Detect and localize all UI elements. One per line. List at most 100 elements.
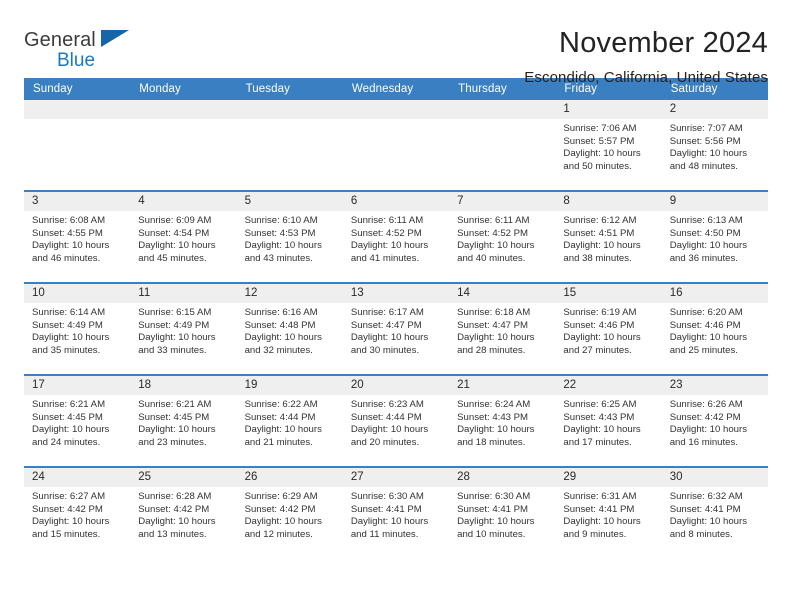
daylight-text: Daylight: 10 hours [244,424,322,436]
daylight-text: Daylight: 10 hours [32,332,110,344]
calendar-day-cell[interactable]: 20 Sunrise: 6:23 AM Sunset: 4:44 PM Dayligh… [342,374,450,467]
daylight-text: Daylight: 10 hours [350,240,429,252]
daylight-text: Daylight: 10 hours [457,240,535,252]
calendar-day-cell[interactable]: 15 Sunrise: 6:19 AM Sunset: 4:46 PM Dayligh… [555,282,662,375]
calendar-day-cell[interactable]: 29 Sunrise: 6:31 AM Sunset: 4:41 PM Dayligh… [555,466,662,558]
daylight-text-cont: and 36 minutes. [669,252,738,264]
sunrise-text: Sunrise: 6:13 AM [669,215,743,226]
daylight-text: Daylight: 10 hours [138,332,216,344]
sunrise-text: Sunrise: 6:29 AM [244,491,318,502]
calendar-day-cell[interactable]: 11 Sunrise: 6:15 AM Sunset: 4:49 PM Dayligh… [130,282,237,375]
calendar-day-cell[interactable]: 24 Sunrise: 6:27 AM Sunset: 4:42 PM Dayligh… [24,466,131,558]
sunset-text: Sunset: 4:53 PM [244,227,316,239]
calendar-day-cell[interactable]: 2 Sunrise: 7:07 AM Sunset: 5:56 PM Daylight… [661,100,768,191]
calendar-day-cell[interactable]: 9 Sunrise: 6:13 AM Sunset: 4:50 PM Daylight… [661,190,768,283]
calendar-day-cell[interactable]: 22 Sunrise: 6:25 AM Sunset: 4:43 PM Dayligh… [555,374,662,467]
sunrise-text: Sunrise: 6:09 AM [138,215,212,226]
calendar-day-cell[interactable]: 19 Sunrise: 6:22 AM Sunset: 4:44 PM Dayligh… [236,374,343,467]
day-cell-details: Sunrise: 6:10 AM Sunset: 4:53 PM Daylight:… [237,211,343,265]
daylight-text-cont: and 32 minutes. [244,344,313,356]
calendar-day-cell[interactable]: 14 Sunrise: 6:18 AM Sunset: 4:47 PM Dayligh… [449,282,556,375]
page-subtitle-location: Escondido, California, United States [524,69,768,86]
calendar-day-cell[interactable]: 8 Sunrise: 6:12 AM Sunset: 4:51 PM Daylight… [555,190,662,283]
calendar-day-cell[interactable]: 18 Sunrise: 6:21 AM Sunset: 4:45 PM Dayligh… [130,374,237,467]
calendar-day-cell[interactable]: 4 Sunrise: 6:09 AM Sunset: 4:54 PM Daylight… [130,190,237,283]
day-cell-inner: 29 Sunrise: 6:31 AM Sunset: 4:41 PM Dayligh… [555,468,662,558]
day-cell-inner: 11 Sunrise: 6:15 AM Sunset: 4:49 PM Dayligh… [130,284,237,374]
sunrise-text: Sunrise: 6:16 AM [244,307,318,318]
day-number: 6 [342,192,450,211]
daylight-text-cont: and 40 minutes. [457,252,526,264]
calendar-day-cell[interactable]: 28 Sunrise: 6:30 AM Sunset: 4:41 PM Dayligh… [449,466,556,558]
calendar-day-cell[interactable]: 3 Sunrise: 6:08 AM Sunset: 4:55 PM Daylight… [24,190,131,283]
sunrise-text: Sunrise: 6:25 AM [563,399,637,410]
day-cell-inner: 8 Sunrise: 6:12 AM Sunset: 4:51 PM Daylight… [555,192,662,282]
calendar-day-cell[interactable]: 12 Sunrise: 6:16 AM Sunset: 4:48 PM Dayligh… [236,282,343,375]
day-cell-details: Sunrise: 6:12 AM Sunset: 4:51 PM Daylight:… [555,211,661,265]
day-cell-inner: 1 Sunrise: 7:06 AM Sunset: 5:57 PM Daylight… [555,100,662,190]
daylight-text-cont: and 18 minutes. [457,436,526,448]
day-number: 20 [342,376,450,395]
sunset-text: Sunset: 4:55 PM [32,227,103,239]
calendar-day-cell[interactable]: 26 Sunrise: 6:29 AM Sunset: 4:42 PM Dayligh… [236,466,343,558]
calendar-day-cell[interactable]: 10 Sunrise: 6:14 AM Sunset: 4:49 PM Dayligh… [24,282,131,375]
sunrise-text: Sunrise: 6:21 AM [138,399,212,410]
general-blue-logo[interactable]: General Blue [24,26,154,70]
day-number [449,100,556,119]
day-cell-inner: 2 Sunrise: 7:07 AM Sunset: 5:56 PM Daylight… [661,100,768,190]
dow-header-sunday: Sunday [24,78,131,100]
calendar-cell-empty [24,100,131,191]
calendar-day-cell[interactable]: 5 Sunrise: 6:10 AM Sunset: 4:53 PM Daylight… [236,190,343,283]
day-cell-details: Sunrise: 6:24 AM Sunset: 4:43 PM Daylight:… [449,395,555,449]
calendar-day-cell[interactable]: 27 Sunrise: 6:30 AM Sunset: 4:41 PM Dayligh… [342,466,450,558]
day-cell-details: Sunrise: 6:30 AM Sunset: 4:41 PM Daylight:… [449,487,555,541]
calendar-cell-empty [130,100,237,191]
day-cell-inner: 28 Sunrise: 6:30 AM Sunset: 4:41 PM Dayligh… [449,468,556,558]
day-cell-inner: 23 Sunrise: 6:26 AM Sunset: 4:42 PM Dayligh… [661,376,768,466]
day-cell-inner [449,100,556,190]
daylight-text: Daylight: 10 hours [457,516,535,528]
calendar-week-row: 10 Sunrise: 6:14 AM Sunset: 4:49 PM Dayligh… [24,282,768,375]
sunset-text: Sunset: 4:47 PM [350,319,422,331]
day-cell-details: Sunrise: 6:21 AM Sunset: 4:45 PM Daylight:… [24,395,130,449]
calendar-day-cell[interactable]: 17 Sunrise: 6:21 AM Sunset: 4:45 PM Dayligh… [24,374,131,467]
day-number: 3 [24,192,131,211]
sunrise-text: Sunrise: 6:08 AM [32,215,106,226]
daylight-text: Daylight: 10 hours [669,332,748,344]
day-number: 29 [555,468,662,487]
page-header: General Blue November 2024 Escondido, Ca… [24,0,768,86]
daylight-text-cont: and 20 minutes. [350,436,420,448]
calendar-day-cell[interactable]: 6 Sunrise: 6:11 AM Sunset: 4:52 PM Daylight… [342,190,450,283]
sunset-text: Sunset: 4:41 PM [457,503,529,515]
daylight-text: Daylight: 10 hours [32,424,110,436]
sunset-text: Sunset: 4:43 PM [457,411,529,423]
sunset-text: Sunset: 4:46 PM [563,319,635,331]
day-cell-details: Sunrise: 6:14 AM Sunset: 4:49 PM Daylight:… [24,303,130,357]
sunrise-text: Sunrise: 6:32 AM [669,491,743,502]
calendar-day-cell[interactable]: 7 Sunrise: 6:11 AM Sunset: 4:52 PM Daylight… [449,190,556,283]
daylight-text: Daylight: 10 hours [32,516,110,528]
day-number [130,100,237,119]
sunrise-text: Sunrise: 6:20 AM [669,307,743,318]
daylight-text-cont: and 38 minutes. [563,252,632,264]
sunset-text: Sunset: 5:56 PM [669,135,741,147]
calendar-day-cell[interactable]: 25 Sunrise: 6:28 AM Sunset: 4:42 PM Dayligh… [130,466,237,558]
day-number: 28 [449,468,556,487]
sunrise-text: Sunrise: 7:06 AM [563,123,637,134]
calendar-day-cell[interactable]: 30 Sunrise: 6:32 AM Sunset: 4:41 PM Dayligh… [661,466,768,558]
day-number: 30 [661,468,768,487]
day-number: 7 [449,192,556,211]
calendar-day-cell[interactable]: 13 Sunrise: 6:17 AM Sunset: 4:47 PM Dayligh… [342,282,450,375]
daylight-text-cont: and 30 minutes. [350,344,420,356]
sunset-text: Sunset: 5:57 PM [563,135,635,147]
calendar-day-cell[interactable]: 1 Sunrise: 7:06 AM Sunset: 5:57 PM Daylight… [555,100,662,191]
sunrise-text: Sunrise: 6:31 AM [563,491,637,502]
calendar-day-cell[interactable]: 23 Sunrise: 6:26 AM Sunset: 4:42 PM Dayligh… [661,374,768,467]
day-number: 16 [661,284,768,303]
sunrise-text: Sunrise: 6:22 AM [244,399,318,410]
calendar-day-cell[interactable]: 21 Sunrise: 6:24 AM Sunset: 4:43 PM Dayligh… [449,374,556,467]
title-block: November 2024 Escondido, California, Uni… [524,26,768,88]
daylight-text-cont: and 45 minutes. [138,252,207,264]
sunset-text: Sunset: 4:49 PM [32,319,103,331]
calendar-day-cell[interactable]: 16 Sunrise: 6:20 AM Sunset: 4:46 PM Dayligh… [661,282,768,375]
